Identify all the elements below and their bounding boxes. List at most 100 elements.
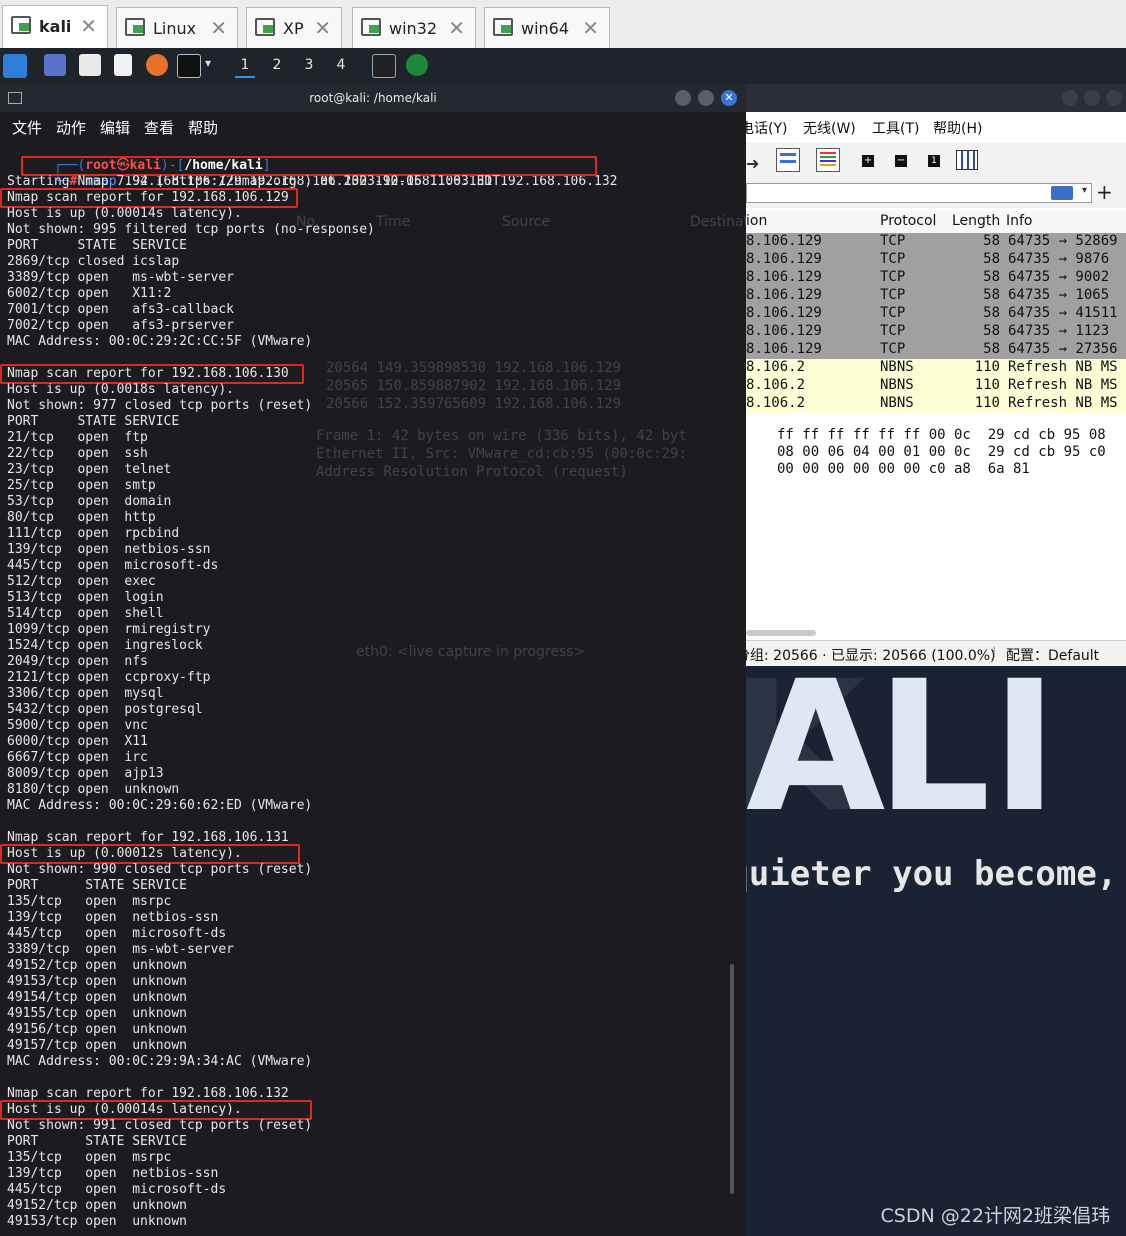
packet-info: Refresh NB MS: [1008, 395, 1118, 411]
packet-protocol: TCP: [880, 287, 906, 303]
terminal-line: 445/tcp open microsoft-ds: [7, 558, 219, 573]
wireshark-menu-item[interactable]: 帮助(H): [933, 118, 982, 138]
vm-tab-linux[interactable]: Linux ✕: [116, 7, 238, 48]
firefox-icon[interactable]: [146, 54, 168, 76]
wireshark-window-icon[interactable]: [406, 54, 428, 76]
terminal-line: 53/tcp open domain: [7, 494, 172, 509]
terminal-scrollbar[interactable]: [730, 964, 734, 1194]
terminal-line: PORT STATE SERVICE: [7, 878, 188, 893]
terminal-menu-item[interactable]: 文件: [12, 117, 42, 138]
packet-row[interactable]: 8.106.2 NBNS 110 Refresh NB MS: [746, 359, 1126, 377]
maximize-icon[interactable]: [698, 90, 714, 106]
packet-destination: 8.106.129: [746, 287, 822, 303]
terminal-line: 3389/tcp open ms-wbt-server: [7, 942, 234, 957]
hex-dump-line: ff ff ff ff ff ff 00 0c 29 cd cb 95 08: [777, 427, 1106, 443]
csdn-watermark: CSDN @22计网2班梁倡玮: [880, 1205, 1110, 1227]
wireshark-menu-item[interactable]: 无线(W): [803, 118, 856, 138]
wireshark-menu-item[interactable]: 工具(T): [872, 118, 919, 138]
packet-length: 58: [983, 233, 1000, 249]
go-last-icon[interactable]: ➜: [746, 154, 759, 173]
zoom-out-icon[interactable]: −: [895, 155, 907, 167]
close-icon[interactable]: ✕: [210, 16, 227, 40]
scan-report-highlight-box: [0, 188, 298, 208]
column-header[interactable]: Info: [1006, 213, 1033, 229]
close-icon[interactable]: ✕: [582, 16, 599, 40]
packet-row[interactable]: 8.106.2 NBNS 110 Refresh NB MS: [746, 395, 1126, 413]
status-profile[interactable]: 配置：Default: [1006, 645, 1099, 665]
column-header[interactable]: ion: [746, 213, 767, 229]
add-filter-button[interactable]: +: [1096, 180, 1113, 204]
resize-columns-icon[interactable]: [956, 150, 978, 170]
terminal-line: 21/tcp open ftp: [7, 430, 148, 445]
maximize-icon[interactable]: [1084, 90, 1100, 106]
zoom-normal-icon[interactable]: 1: [928, 155, 940, 167]
packet-row[interactable]: 8.106.2 NBNS 110 Refresh NB MS: [746, 377, 1126, 395]
packet-row[interactable]: 8.106.129 TCP 58 64735 → 9876: [746, 251, 1126, 269]
minimize-icon[interactable]: [1062, 90, 1078, 106]
terminal-line: 25/tcp open smtp: [7, 478, 156, 493]
packet-row[interactable]: 8.106.129 TCP 58 64735 → 1065: [746, 287, 1126, 305]
terminal-menubar: 文件 动作 编辑 查看 帮助: [0, 112, 746, 140]
terminal-icon[interactable]: [177, 54, 201, 78]
packet-protocol: NBNS: [880, 395, 914, 411]
chevron-down-icon[interactable]: ▾: [205, 56, 211, 70]
terminal-line: Host is up (0.0018s latency).: [7, 382, 234, 397]
packet-length: 110: [974, 359, 1000, 375]
vm-icon: [361, 18, 381, 36]
packet-protocol: TCP: [880, 233, 906, 249]
horizontal-scrollbar[interactable]: [746, 630, 816, 636]
workspace-4[interactable]: 4: [331, 56, 351, 76]
kali-menu-icon[interactable]: [3, 54, 27, 78]
wireshark-toolbar: ➜ + − 1: [746, 142, 1126, 181]
vm-tab-xp[interactable]: XP ✕: [246, 7, 342, 48]
terminal-line: 445/tcp open microsoft-ds: [7, 1182, 227, 1197]
autoscroll-icon[interactable]: [816, 148, 840, 172]
packet-destination: 8.106.2: [746, 359, 806, 375]
packet-destination: 8.106.129: [746, 251, 822, 267]
terminal-line: 6667/tcp open irc: [7, 750, 148, 765]
vm-tab-win64[interactable]: win64 ✕: [484, 7, 610, 48]
close-icon[interactable]: ✕: [80, 14, 97, 38]
terminal-menu-item[interactable]: 查看: [144, 117, 174, 138]
packet-row[interactable]: 8.106.129 TCP 58 64735 → 41511: [746, 305, 1126, 323]
close-icon[interactable]: [1106, 90, 1122, 106]
terminal-line: 3389/tcp open ms-wbt-server: [7, 270, 234, 285]
close-icon[interactable]: ✕: [448, 16, 465, 40]
terminal-title: root@kali: /home/kali: [309, 91, 437, 105]
column-header[interactable]: Length: [952, 213, 1000, 229]
wireshark-menu-item[interactable]: 电话(Y): [740, 118, 787, 138]
packet-destination: 8.106.129: [746, 269, 822, 285]
file-manager-icon[interactable]: [79, 54, 101, 76]
display-filter-input[interactable]: ▾: [746, 183, 1092, 203]
vm-tab-win32[interactable]: win32 ✕: [352, 7, 476, 48]
packet-destination: 8.106.129: [746, 323, 822, 339]
workspace-3[interactable]: 3: [299, 56, 319, 76]
zoom-in-icon[interactable]: +: [862, 155, 874, 167]
terminal-menu-item[interactable]: 动作: [56, 117, 86, 138]
terminal-menu-item[interactable]: 帮助: [188, 117, 218, 138]
filter-dropdown-icon[interactable]: ▾: [1082, 185, 1087, 196]
vm-tab-label: XP: [283, 19, 304, 38]
show-desktop-icon[interactable]: [44, 54, 66, 76]
terminal-line: 6000/tcp open X11: [7, 734, 148, 749]
terminal-line: 135/tcp open msrpc: [7, 1150, 172, 1165]
packet-row[interactable]: 8.106.129 TCP 58 64735 → 1123: [746, 323, 1126, 341]
workspace-1[interactable]: 1: [235, 56, 255, 78]
terminal-window-icon[interactable]: [372, 54, 396, 78]
close-icon[interactable]: ✕: [314, 16, 331, 40]
text-editor-icon[interactable]: [114, 54, 132, 76]
packet-row[interactable]: 8.106.129 TCP 58 64735 → 9002: [746, 269, 1126, 287]
column-header[interactable]: Protocol: [880, 213, 936, 229]
workspace-2[interactable]: 2: [267, 56, 287, 76]
packet-row[interactable]: 8.106.129 TCP 58 64735 → 27356: [746, 341, 1126, 359]
packet-protocol: TCP: [880, 341, 906, 357]
scan-report-highlight-box: [0, 1100, 312, 1120]
close-icon[interactable]: ✕: [721, 90, 737, 106]
apply-filter-icon[interactable]: [1051, 186, 1073, 200]
colorize-icon[interactable]: [776, 148, 800, 172]
packet-row[interactable]: 8.106.129 TCP 58 64735 → 52869: [746, 233, 1126, 251]
minimize-icon[interactable]: [675, 90, 691, 106]
terminal-line: 49157/tcp open unknown: [7, 1038, 188, 1053]
terminal-menu-item[interactable]: 编辑: [100, 117, 130, 138]
vm-tab-kali[interactable]: kali ✕: [2, 5, 108, 48]
